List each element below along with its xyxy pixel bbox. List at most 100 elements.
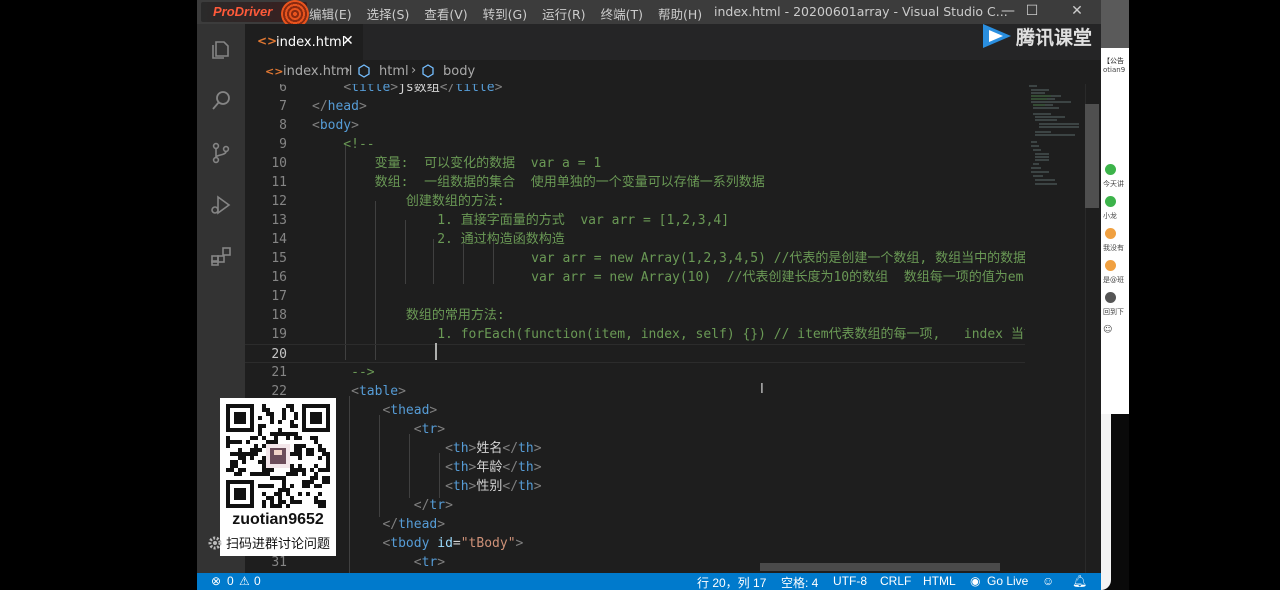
broadcast-icon[interactable]: ◉ xyxy=(970,574,980,588)
code-line-7[interactable]: 7 </head> xyxy=(245,97,1025,116)
notifications-bell-icon[interactable]: 🔔︎ xyxy=(1072,574,1087,588)
line-number: 17 xyxy=(271,289,287,304)
code-line-10[interactable]: 10 变量: 可以变化的数据 var a = 1 xyxy=(245,154,1025,173)
tencent-play-icon xyxy=(983,24,1011,48)
chat-line: 是@班 xyxy=(1103,276,1124,284)
code-line-20[interactable]: 20 xyxy=(245,344,1025,363)
code-line-19[interactable]: 19 1. forEach(function(item, index, self… xyxy=(245,325,1036,344)
breadcrumb-body[interactable]: body xyxy=(443,64,475,79)
line-code: <body> xyxy=(312,118,359,133)
qr-code-card: zuotian9652 扫码进群讨论问题 xyxy=(220,398,336,556)
code-line-23[interactable]: 23 <thead> xyxy=(245,401,1025,420)
line-code: var arr = new Array(10) //代表创建长度为10的数组 数… xyxy=(312,270,1024,285)
qr-account-name: zuotian9652 xyxy=(232,511,324,528)
search-icon[interactable] xyxy=(209,89,233,113)
menu-run[interactable]: 运行(R) xyxy=(542,4,585,23)
gear-icon[interactable] xyxy=(207,535,223,551)
chat-panel: 【公告 otian9 今天讲 小龙 我没有 是@班 回到下 ☺ xyxy=(1101,0,1129,414)
menu-selection[interactable]: 选择(S) xyxy=(367,4,410,23)
end-of-line[interactable]: CRLF xyxy=(880,574,911,588)
horizontal-scrollbar-thumb[interactable] xyxy=(760,563,1000,571)
minimap[interactable] xyxy=(1025,84,1085,573)
chevron-right-icon: › xyxy=(411,63,417,78)
editor-tabs: <> index.html ✕ xyxy=(245,24,1101,60)
explorer-icon[interactable] xyxy=(209,38,233,62)
code-line-24[interactable]: 24 <tr> xyxy=(245,420,1025,439)
error-count[interactable]: 0 xyxy=(227,574,234,588)
menu-terminal[interactable]: 终端(T) xyxy=(601,4,643,23)
line-code: 1. 直接字面量的方式 var arr = [1,2,3,4] xyxy=(312,213,730,228)
code-line-11[interactable]: 11 数组: 一组数据的集合 使用单独的一个变量可以存储一系列数据 xyxy=(245,173,1025,192)
line-number: 10 xyxy=(271,156,287,171)
wechat-avatar-icon xyxy=(1105,164,1116,175)
chat-line: 我没有 xyxy=(1103,244,1124,252)
menu-go[interactable]: 转到(G) xyxy=(483,4,527,23)
element-icon xyxy=(357,64,371,82)
code-line-28[interactable]: 28 </tr> xyxy=(245,496,1025,515)
line-code: <!-- xyxy=(312,137,375,152)
line-number: 6 xyxy=(279,84,287,95)
code-line-16[interactable]: 16 var arr = new Array(10) //代表创建长度为10的数… xyxy=(245,268,1025,287)
code-line-12[interactable]: 12 创建数组的方法: xyxy=(245,192,1025,211)
code-line-29[interactable]: 29 </thead> xyxy=(245,515,1025,534)
code-line-6[interactable]: 6 <title>js数组</title> xyxy=(245,84,1025,97)
line-number: 13 xyxy=(271,213,287,228)
code-line-21[interactable]: 21 --> xyxy=(245,363,1025,382)
extensions-icon[interactable] xyxy=(209,245,233,269)
menu-view[interactable]: 查看(V) xyxy=(424,4,467,23)
tab-close-icon[interactable]: ✕ xyxy=(342,33,354,49)
code-line-15[interactable]: 15 var arr = new Array(1,2,3,4,5) //代表的是… xyxy=(245,249,1026,268)
status-bar: ⊗ 0 ⚠ 0 行 20，列 17 空格: 4 UTF-8 CRLF HTML … xyxy=(197,573,1101,590)
breadcrumb-html[interactable]: html xyxy=(379,64,409,79)
feedback-icon[interactable]: ☺ xyxy=(1042,574,1054,588)
line-code: <th>姓名</th> xyxy=(445,441,542,456)
source-control-icon[interactable] xyxy=(209,141,233,165)
line-code: 数组: 一组数据的集合 使用单独的一个变量可以存储一系列数据 xyxy=(312,175,765,190)
error-icon[interactable]: ⊗ xyxy=(211,574,221,588)
code-line-8[interactable]: 8 <body> xyxy=(245,116,1025,135)
chat-line: otian9 xyxy=(1103,66,1126,74)
cursor-position[interactable]: 行 20，列 17 xyxy=(697,574,766,590)
minimap-preview xyxy=(1029,85,1079,185)
language-mode[interactable]: HTML xyxy=(923,574,956,588)
chat-notice: 【公告 xyxy=(1103,57,1124,65)
code-line-13[interactable]: 13 1. 直接字面量的方式 var arr = [1,2,3,4] xyxy=(245,211,1025,230)
html-file-icon: <> xyxy=(257,34,278,48)
code-line-27[interactable]: 27 <th>性别</th> xyxy=(245,477,1025,496)
scrollbar-thumb[interactable] xyxy=(1085,104,1099,208)
code-line-22[interactable]: 22 <table> xyxy=(245,382,1025,401)
encoding[interactable]: UTF-8 xyxy=(833,574,867,588)
code-line-9[interactable]: 9 <!-- xyxy=(245,135,1025,154)
user-avatar-icon xyxy=(1105,228,1116,239)
line-code: 2. 通过构造函数构造 xyxy=(312,232,565,247)
line-code: 变量: 可以变化的数据 var a = 1 xyxy=(312,156,602,171)
chat-line: 今天讲 xyxy=(1103,180,1124,188)
menu-bar: 编辑(E) 选择(S) 查看(V) 转到(G) 运行(R) 终端(T) 帮助(H… xyxy=(309,4,717,23)
line-number: 15 xyxy=(271,251,287,266)
tab-label: index.html xyxy=(276,35,346,50)
qr-code-image xyxy=(226,404,330,508)
indentation[interactable]: 空格: 4 xyxy=(781,574,818,590)
emoji-icon[interactable]: ☺ xyxy=(1103,325,1112,335)
code-editor[interactable]: 6 <title>js数组</title> 7 </head> 8 <body> 9 <!… xyxy=(245,84,1101,573)
code-line-14[interactable]: 14 2. 通过构造函数构造 xyxy=(245,230,1025,249)
menu-edit[interactable]: 编辑(E) xyxy=(309,4,352,23)
breadcrumb-file[interactable]: index.html xyxy=(283,64,352,79)
text-cursor xyxy=(435,343,437,360)
code-line-25[interactable]: 25 <th>姓名</th> xyxy=(245,439,1025,458)
code-line-18[interactable]: 18 数组的常用方法: xyxy=(245,306,1025,325)
code-line-30[interactable]: 30 <tbody id="tBody"> xyxy=(245,534,1025,553)
run-debug-icon[interactable] xyxy=(209,193,233,217)
chat-panel-header xyxy=(1101,0,1129,48)
line-code: 数组的常用方法: xyxy=(312,308,505,323)
warning-icon[interactable]: ⚠ xyxy=(239,574,250,588)
tab-index-html[interactable]: <> index.html ✕ xyxy=(245,24,363,60)
code-line-26[interactable]: 26 <th>年龄</th> xyxy=(245,458,1025,477)
menu-help[interactable]: 帮助(H) xyxy=(658,4,702,23)
go-live-button[interactable]: Go Live xyxy=(987,574,1028,588)
user-avatar-icon xyxy=(1105,292,1116,303)
line-code: </head> xyxy=(312,99,367,114)
warning-count[interactable]: 0 xyxy=(254,574,261,588)
chat-panel-edge xyxy=(1101,414,1111,590)
code-line-17[interactable]: 17 xyxy=(245,287,1025,306)
